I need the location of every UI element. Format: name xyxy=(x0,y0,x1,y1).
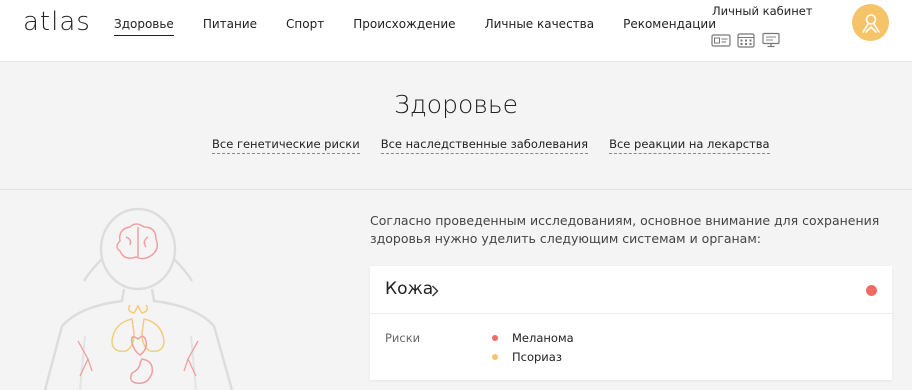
organ-card-title: Кожа xyxy=(385,279,434,299)
calendar-icon[interactable] xyxy=(736,32,756,48)
hero-section: Здоровье Все генетические риски Все насл… xyxy=(0,62,912,190)
nav-item-personal-traits[interactable]: Личные качества xyxy=(485,17,595,36)
subtab-genetic-risks[interactable]: Все генетические риски xyxy=(212,137,360,154)
logo[interactable]: atlas xyxy=(23,7,91,37)
page-title: Здоровье xyxy=(393,90,519,119)
main-content: Согласно проведенным исследованиям, осно… xyxy=(0,191,912,390)
subtab-drug-reactions[interactable]: Все реакции на лекарства xyxy=(609,137,770,154)
nav-item-origin[interactable]: Происхождение xyxy=(353,17,455,36)
status-dot xyxy=(866,285,877,296)
nav-item-nutrition[interactable]: Питание xyxy=(203,17,257,36)
main-nav: Здоровье Питание Спорт Происхождение Лич… xyxy=(114,17,745,36)
stomach-icon xyxy=(129,358,154,385)
risks-label: Риски xyxy=(385,331,421,345)
nav-item-health[interactable]: Здоровье xyxy=(114,17,174,36)
chevron-right-icon xyxy=(432,285,439,297)
body-illustration xyxy=(43,207,234,390)
nav-item-recommendations[interactable]: Рекомендации xyxy=(623,17,716,36)
risk-dot xyxy=(492,335,498,341)
avatar[interactable] xyxy=(852,4,889,41)
risk-name: Псориаз xyxy=(512,350,562,364)
subtabs: Все генетические риски Все наследственны… xyxy=(212,137,791,154)
monitor-icon[interactable] xyxy=(761,32,781,48)
thyroid-icon xyxy=(127,304,149,314)
top-bar: atlas Здоровье Питание Спорт Происхожден… xyxy=(0,0,912,62)
lungs-icon xyxy=(111,318,165,353)
intro-text: Согласно проведенным исследованиям, осно… xyxy=(370,213,880,246)
cabinet-icons xyxy=(711,32,781,48)
vessels-icon xyxy=(77,340,199,377)
nav-item-sport[interactable]: Спорт xyxy=(286,17,324,36)
id-card-icon[interactable] xyxy=(711,32,731,48)
brain-icon xyxy=(116,223,159,260)
risk-name: Меланома xyxy=(512,331,574,345)
organ-card: Кожа Риски Меланома Псориаз xyxy=(370,266,892,380)
risk-item-melanoma[interactable]: Меланома xyxy=(492,331,574,345)
risk-dot xyxy=(492,354,498,360)
user-avatar-icon xyxy=(861,13,880,33)
cabinet-link[interactable]: Личный кабинет xyxy=(712,4,813,18)
organ-card-header[interactable]: Кожа xyxy=(370,266,892,314)
subtab-hereditary-diseases[interactable]: Все наследственные заболевания xyxy=(380,137,589,154)
risk-item-psoriasis[interactable]: Псориаз xyxy=(492,350,562,364)
